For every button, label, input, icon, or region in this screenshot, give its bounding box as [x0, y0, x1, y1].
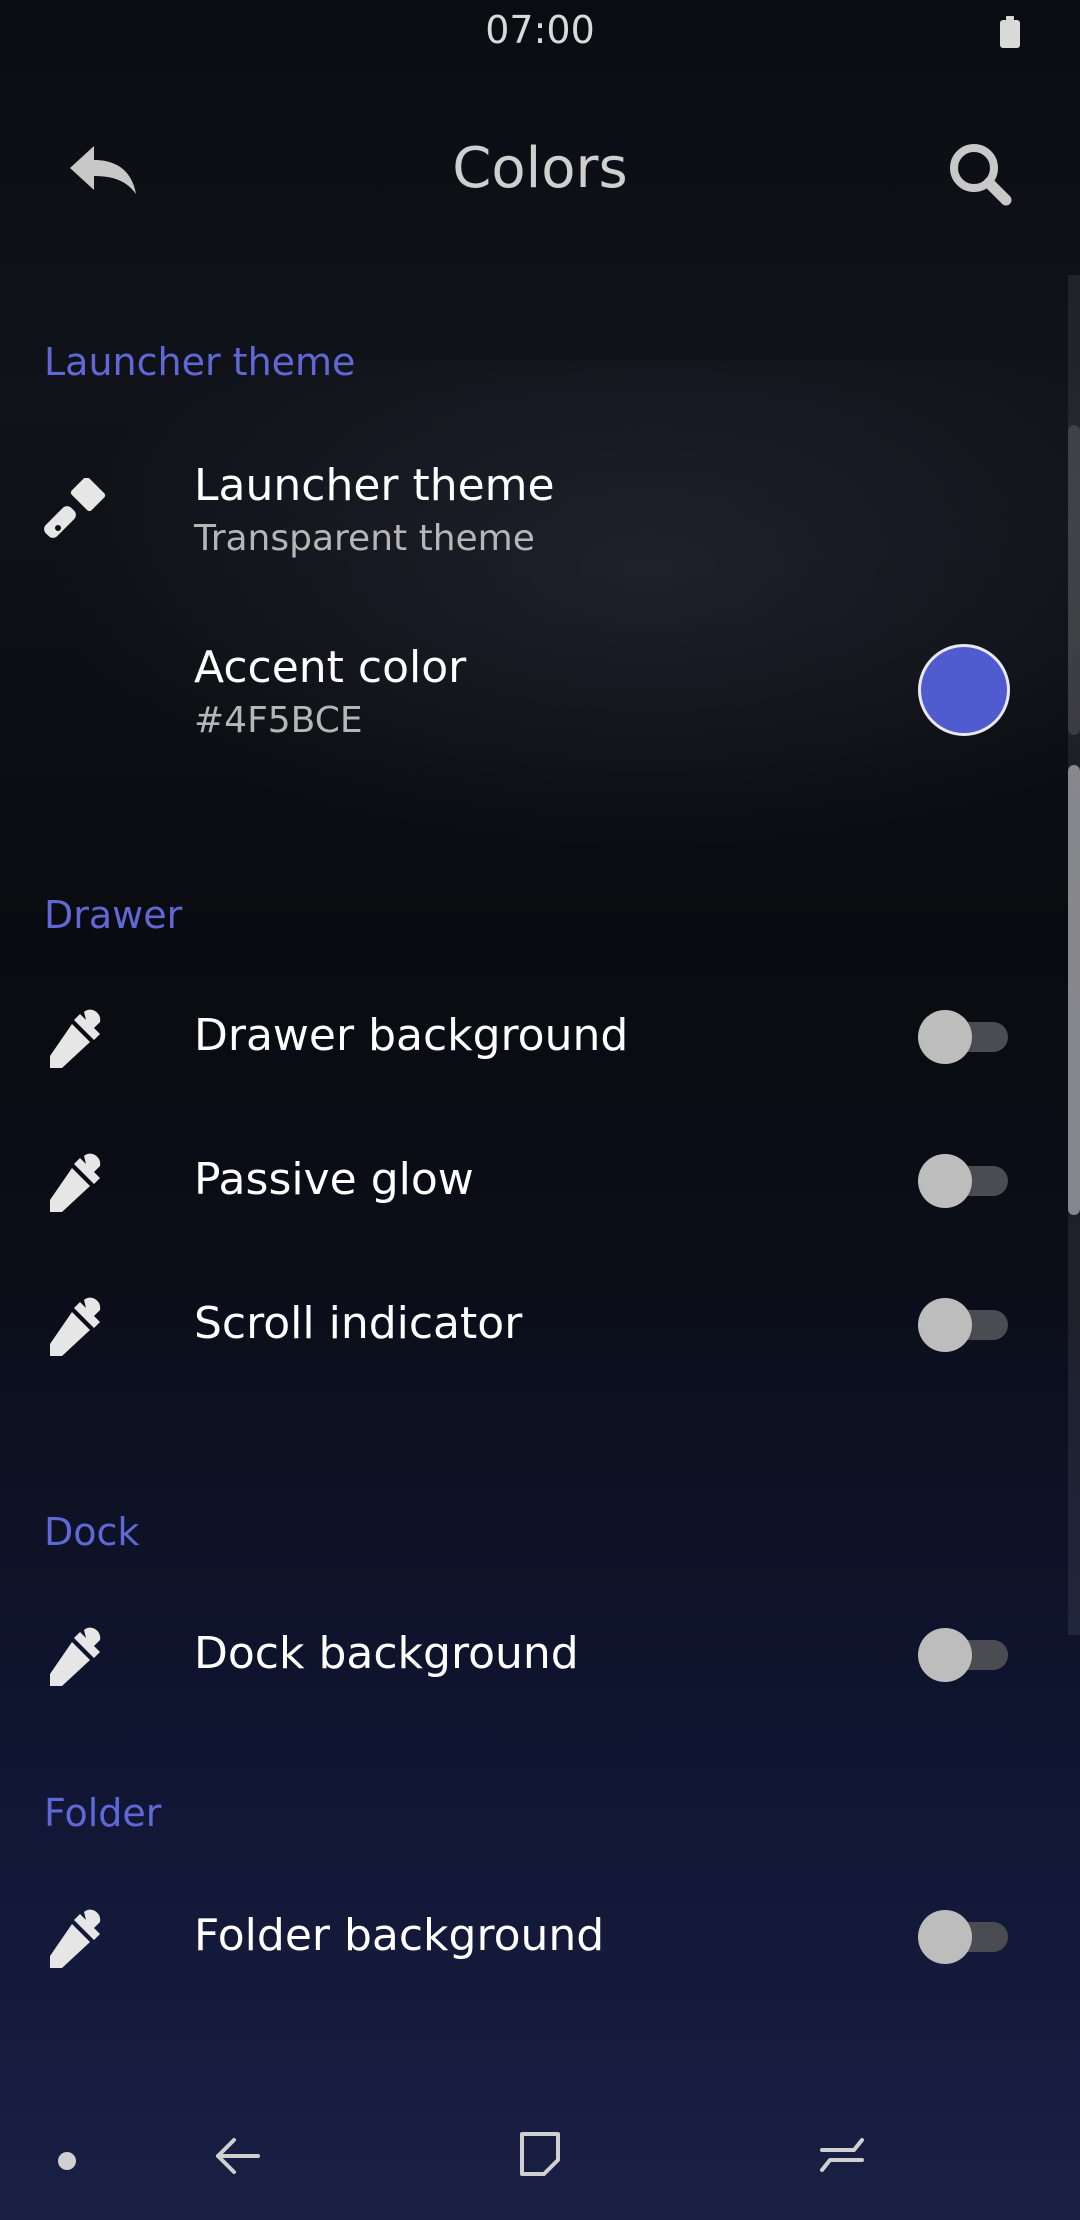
drawer-background-row[interactable]: Drawer background: [0, 966, 1080, 1106]
launcher-theme-row[interactable]: Launcher theme Transparent theme: [0, 440, 1080, 580]
eyedropper-icon: [44, 1150, 108, 1214]
paintbrush-icon: [44, 476, 108, 542]
eyedropper-icon: [44, 1624, 108, 1688]
system-nav-bar: [0, 2100, 1080, 2220]
search-icon: [950, 144, 1012, 206]
launcher-theme-title: Launcher theme: [194, 460, 555, 511]
drawer-background-title: Drawer background: [194, 1010, 629, 1061]
search-button[interactable]: [944, 138, 1016, 210]
section-header-dock: Dock: [44, 1510, 140, 1554]
section-header-launcher-theme: Launcher theme: [44, 340, 356, 384]
folder-background-title: Folder background: [194, 1910, 605, 1961]
passive-glow-row[interactable]: Passive glow: [0, 1110, 1080, 1250]
background-glow: [0, 360, 1080, 880]
dock-background-row[interactable]: Dock background: [0, 1584, 1080, 1724]
scroll-indicator-row[interactable]: Scroll indicator: [0, 1254, 1080, 1394]
drawer-background-toggle[interactable]: [918, 1006, 1010, 1066]
nav-recents-button[interactable]: [816, 2128, 868, 2180]
nav-dot-icon[interactable]: [58, 2152, 76, 2170]
accent-color-swatch[interactable]: [918, 644, 1010, 736]
nav-recents-icon: [820, 2138, 864, 2172]
battery-full-icon: [1000, 16, 1020, 48]
nav-home-button[interactable]: [514, 2128, 566, 2180]
eyedropper-icon: [44, 1006, 108, 1070]
nav-home-icon: [520, 2132, 560, 2176]
status-bar: 07:00: [0, 0, 1080, 64]
accent-color-title: Accent color: [194, 642, 467, 693]
page-title: Colors: [452, 136, 628, 201]
passive-glow-toggle[interactable]: [918, 1150, 1010, 1210]
status-time: 07:00: [485, 8, 595, 52]
scroll-indicator-toggle[interactable]: [918, 1294, 1010, 1354]
passive-glow-title: Passive glow: [194, 1154, 474, 1205]
nav-back-icon: [216, 2138, 260, 2174]
folder-background-row[interactable]: Folder background: [0, 1866, 1080, 2006]
dock-background-toggle[interactable]: [918, 1624, 1010, 1684]
section-header-drawer: Drawer: [44, 893, 183, 937]
launcher-theme-subtitle: Transparent theme: [194, 518, 535, 559]
toolbar: Colors: [0, 110, 1080, 230]
scroll-indicator-title: Scroll indicator: [194, 1298, 523, 1349]
eyedropper-icon: [44, 1906, 108, 1970]
dock-background-title: Dock background: [194, 1628, 579, 1679]
folder-background-toggle[interactable]: [918, 1906, 1010, 1966]
nav-back-button[interactable]: [212, 2130, 264, 2182]
eyedropper-icon: [44, 1294, 108, 1358]
accent-color-value: #4F5BCE: [194, 700, 363, 741]
section-header-folder: Folder: [44, 1791, 162, 1835]
accent-color-row[interactable]: Accent color #4F5BCE: [0, 622, 1080, 762]
